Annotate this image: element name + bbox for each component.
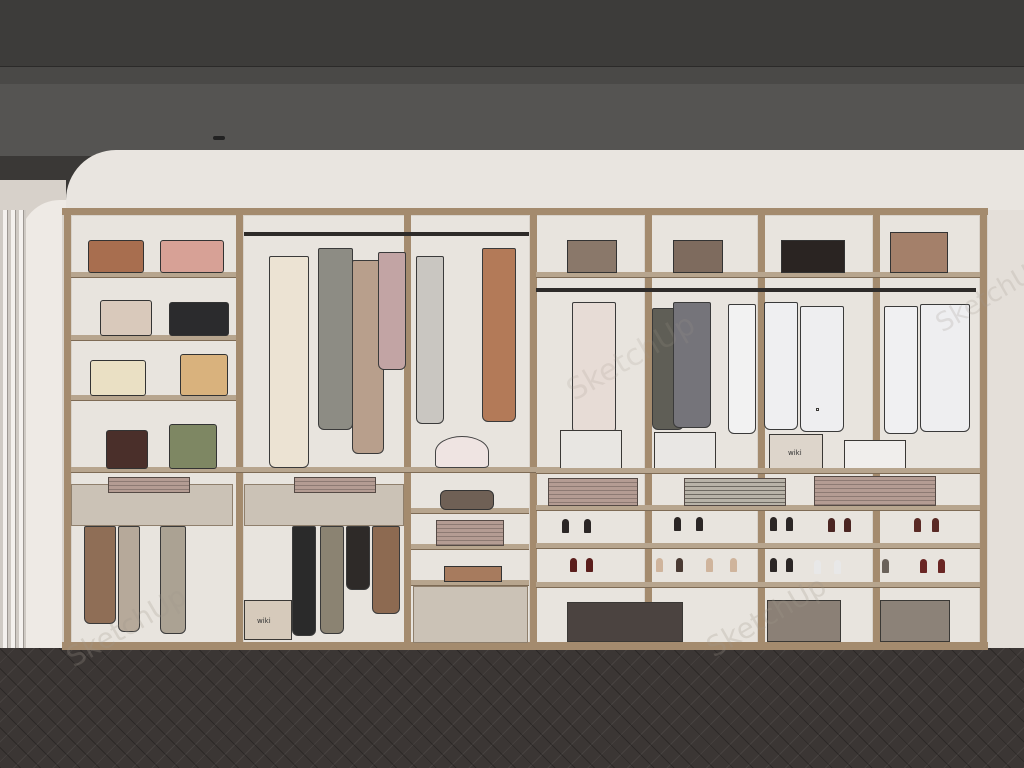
handbag — [160, 240, 224, 273]
folded-clothes — [108, 477, 190, 493]
storage-box: wiki — [769, 434, 823, 470]
frame-post — [236, 208, 243, 650]
handbag — [169, 424, 217, 469]
shoe — [730, 558, 737, 572]
handbag — [106, 430, 148, 469]
storage-box — [844, 440, 906, 470]
shirt — [728, 304, 756, 434]
downlight-icon — [213, 136, 225, 140]
soffit-bulkhead — [66, 150, 1024, 210]
shoe — [706, 558, 713, 572]
storage-box — [654, 432, 716, 470]
long-coat — [482, 248, 516, 422]
frame-post — [64, 208, 71, 650]
trousers — [292, 526, 316, 636]
storage-box — [560, 430, 622, 470]
wardrobe-unit: wiki wiki wiki — [62, 208, 988, 650]
hat-box — [567, 240, 617, 273]
shoe — [584, 519, 591, 533]
shoe — [828, 518, 835, 532]
shoe — [786, 517, 793, 531]
spacer: wiki — [816, 408, 819, 411]
box-label: wiki — [257, 617, 271, 625]
shoe — [882, 559, 889, 573]
hat-box — [890, 232, 948, 273]
wall-arch — [20, 200, 66, 650]
long-coat — [318, 248, 353, 430]
shoe — [770, 517, 777, 531]
frame-plinth — [62, 642, 988, 650]
shoe — [656, 558, 663, 572]
shelf — [536, 468, 980, 474]
trousers — [346, 526, 370, 590]
shoe — [770, 558, 777, 572]
shoe — [786, 558, 793, 572]
suitcase — [567, 602, 683, 642]
ceiling-edge — [0, 66, 1024, 86]
hanging-rod — [536, 288, 976, 292]
hat-box — [440, 490, 494, 510]
ceiling-panel — [0, 84, 1024, 156]
clutch — [444, 566, 502, 582]
storage-box: wiki — [244, 600, 292, 640]
folded-clothes — [294, 477, 376, 493]
folded-clothes — [814, 476, 936, 506]
shoe — [844, 518, 851, 532]
frame-top-rail — [62, 208, 988, 215]
box-label: wiki — [788, 449, 802, 457]
shoe — [570, 558, 577, 572]
shirt — [764, 302, 798, 430]
long-coat — [269, 256, 309, 468]
shoe — [932, 518, 939, 532]
jacket — [378, 252, 406, 370]
handbag — [169, 302, 229, 336]
shelf — [536, 543, 980, 549]
shoe — [562, 519, 569, 533]
shoe — [674, 517, 681, 531]
handbag — [88, 240, 144, 273]
storage-box — [880, 600, 950, 642]
long-coat — [416, 256, 444, 424]
hanging-rod — [244, 232, 529, 236]
folded-clothes — [548, 478, 638, 506]
shoe — [920, 559, 927, 573]
shoe — [676, 558, 683, 572]
herringbone-floor — [0, 648, 1024, 768]
ceiling — [0, 0, 1024, 66]
shirt — [800, 306, 844, 432]
curtain — [0, 210, 26, 655]
trousers — [84, 526, 116, 624]
shelf — [536, 582, 980, 588]
handbag — [90, 360, 146, 396]
trousers — [372, 526, 400, 614]
hat-box — [673, 240, 723, 273]
drawer[interactable] — [413, 586, 528, 643]
hat — [435, 436, 489, 468]
shoe — [938, 559, 945, 573]
shirt — [884, 306, 918, 434]
shoe — [696, 517, 703, 531]
folded-clothes — [684, 478, 786, 506]
shoe — [834, 560, 841, 574]
shoe — [914, 518, 921, 532]
handbag — [781, 240, 845, 273]
trousers — [320, 526, 344, 634]
folded-clothes — [436, 520, 504, 546]
shoe — [586, 558, 593, 572]
frame-post — [980, 208, 987, 650]
handbag — [100, 300, 152, 336]
handbag — [180, 354, 228, 396]
